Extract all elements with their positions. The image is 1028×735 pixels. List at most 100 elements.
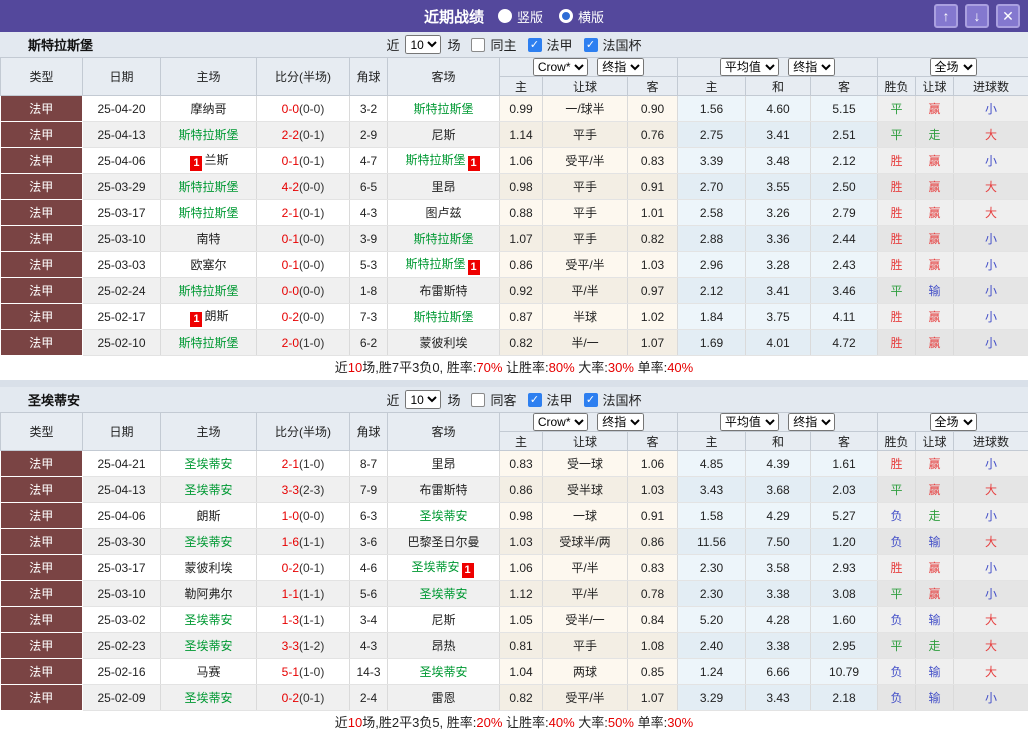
crow-odds-select[interactable]: Crow*	[533, 58, 588, 76]
col-header-type: 类型	[1, 58, 83, 96]
goals-result-cell: 大	[954, 477, 1028, 503]
goals-result-cell: 小	[954, 226, 1028, 252]
filter-checkbox-label: 同主	[490, 35, 516, 54]
filter-checkbox-法国杯[interactable]: ✓	[584, 393, 598, 407]
handicap-cell: 受平/半	[543, 148, 628, 174]
avg-home-cell: 3.29	[678, 685, 746, 711]
match-filter: 近 10 场 同客✓法甲✓法国杯	[386, 390, 641, 409]
score-cell: 0-0(0-0)	[257, 278, 350, 304]
scroll-down-button[interactable]: ↓	[965, 4, 989, 28]
date-cell: 25-03-29	[83, 174, 161, 200]
results-table: 类型 日期 主场 比分(半场) 角球 客场 Crow* 终指 平均值 终指	[0, 57, 1028, 356]
league-cell: 法甲	[1, 685, 83, 711]
score-cell: 1-6(1-1)	[257, 529, 350, 555]
filter-checkbox-同客[interactable]	[471, 393, 485, 407]
summary-segment: 近	[335, 715, 348, 730]
avg-away-cell: 2.12	[811, 148, 878, 174]
col-header-home: 主场	[161, 58, 257, 96]
avg-draw-cell: 3.55	[746, 174, 811, 200]
crow-odds-select[interactable]: Crow*	[533, 413, 588, 431]
final-odds-select[interactable]: 终指	[597, 413, 644, 431]
halftime-score: (0-1)	[299, 561, 324, 575]
odds-home-cell: 0.98	[500, 174, 543, 200]
final-average-select[interactable]: 终指	[788, 413, 835, 431]
col-header-score: 比分(半场)	[257, 413, 350, 451]
horizontal-layout-radio[interactable]: 横版	[559, 7, 604, 26]
col-header-away: 客场	[388, 58, 500, 96]
table-separator	[0, 380, 1028, 387]
date-cell: 25-04-21	[83, 451, 161, 477]
handicap-result-cell: 赢	[916, 330, 954, 356]
odds-home-cell: 0.83	[500, 451, 543, 477]
handicap-result-cell: 输	[916, 659, 954, 685]
halftime-score: (2-3)	[299, 483, 324, 497]
filter-checkbox-法国杯[interactable]: ✓	[584, 38, 598, 52]
winlose-result-cell: 平	[878, 96, 916, 122]
home-team-cell: 南特	[161, 226, 257, 252]
sub-header-away-odds: 客	[628, 432, 678, 451]
score-cell: 3-3(2-3)	[257, 477, 350, 503]
sub-header-avg-away: 客	[811, 432, 878, 451]
final-average-select[interactable]: 终指	[788, 58, 835, 76]
league-cell: 法甲	[1, 581, 83, 607]
close-button[interactable]: ✕	[996, 4, 1020, 28]
winlose-result-cell: 平	[878, 581, 916, 607]
halftime-score: (0-1)	[299, 691, 324, 705]
odds-home-cell: 0.86	[500, 252, 543, 278]
avg-draw-cell: 3.36	[746, 226, 811, 252]
avg-draw-cell: 7.50	[746, 529, 811, 555]
winlose-result-cell: 胜	[878, 330, 916, 356]
average-odds-select[interactable]: 平均值	[720, 413, 779, 431]
filter-checkbox-法甲[interactable]: ✓	[528, 38, 542, 52]
halftime-score: (0-1)	[299, 154, 324, 168]
match-count-select[interactable]: 10	[405, 390, 441, 409]
table-row: 法甲25-02-10斯特拉斯堡2-0(1-0)6-2蒙彼利埃0.82半/一1.0…	[1, 330, 1028, 356]
away-team-cell: 斯特拉斯堡	[388, 304, 500, 330]
score-cell: 0-1(0-0)	[257, 252, 350, 278]
date-cell: 25-02-09	[83, 685, 161, 711]
winlose-result-cell: 负	[878, 659, 916, 685]
winlose-result-cell: 负	[878, 503, 916, 529]
score-cell: 1-1(1-1)	[257, 581, 350, 607]
games-label: 场	[447, 390, 460, 409]
fulltime-score: 0-2	[282, 691, 299, 705]
date-cell: 25-03-30	[83, 529, 161, 555]
summary-segment: 40%	[667, 360, 693, 375]
summary-segment: 单率:	[634, 360, 667, 375]
team-name: 勒阿弗尔	[184, 587, 232, 601]
handicap-cell: 平/半	[543, 278, 628, 304]
filter-checkbox-同主[interactable]	[471, 38, 485, 52]
avg-home-cell: 4.85	[678, 451, 746, 477]
scroll-up-button[interactable]: ↑	[934, 4, 958, 28]
halftime-score: (0-0)	[299, 102, 324, 116]
filter-checkbox-法甲[interactable]: ✓	[528, 393, 542, 407]
avg-home-cell: 5.20	[678, 607, 746, 633]
full-match-select[interactable]: 全场	[930, 58, 977, 76]
team-name: 欧塞尔	[190, 258, 226, 272]
match-count-select[interactable]: 10	[405, 35, 441, 54]
summary-segment: 场,胜7平3负0, 胜率:	[362, 360, 476, 375]
average-odds-select[interactable]: 平均值	[720, 58, 779, 76]
odds-away-cell: 0.83	[628, 555, 678, 581]
vertical-layout-radio[interactable]: 竖版	[498, 7, 543, 26]
col-header-date: 日期	[83, 413, 161, 451]
date-cell: 25-02-10	[83, 330, 161, 356]
near-label: 近	[386, 35, 399, 54]
league-cell: 法甲	[1, 96, 83, 122]
corner-cell: 4-3	[350, 633, 388, 659]
fulltime-score: 2-1	[282, 457, 299, 471]
sub-header-avg-home: 主	[678, 77, 746, 96]
score-cell: 0-2(0-1)	[257, 555, 350, 581]
final-odds-select[interactable]: 终指	[597, 58, 644, 76]
table-row: 法甲25-02-171朗斯0-2(0-0)7-3斯特拉斯堡0.87半球1.021…	[1, 304, 1028, 330]
goals-result-cell: 大	[954, 174, 1028, 200]
handicap-result-cell: 输	[916, 529, 954, 555]
record-summary: 近10场,胜7平3负0, 胜率:70% 让胜率:80% 大率:30% 单率:40…	[0, 356, 1028, 380]
team-name: 图卢兹	[425, 206, 461, 220]
team-name: 斯特拉斯堡	[178, 284, 238, 298]
team-name: 斯特拉斯堡	[178, 180, 238, 194]
sub-header-away-odds: 客	[628, 77, 678, 96]
odds-home-cell: 1.06	[500, 555, 543, 581]
full-match-select[interactable]: 全场	[930, 413, 977, 431]
league-cell: 法甲	[1, 304, 83, 330]
